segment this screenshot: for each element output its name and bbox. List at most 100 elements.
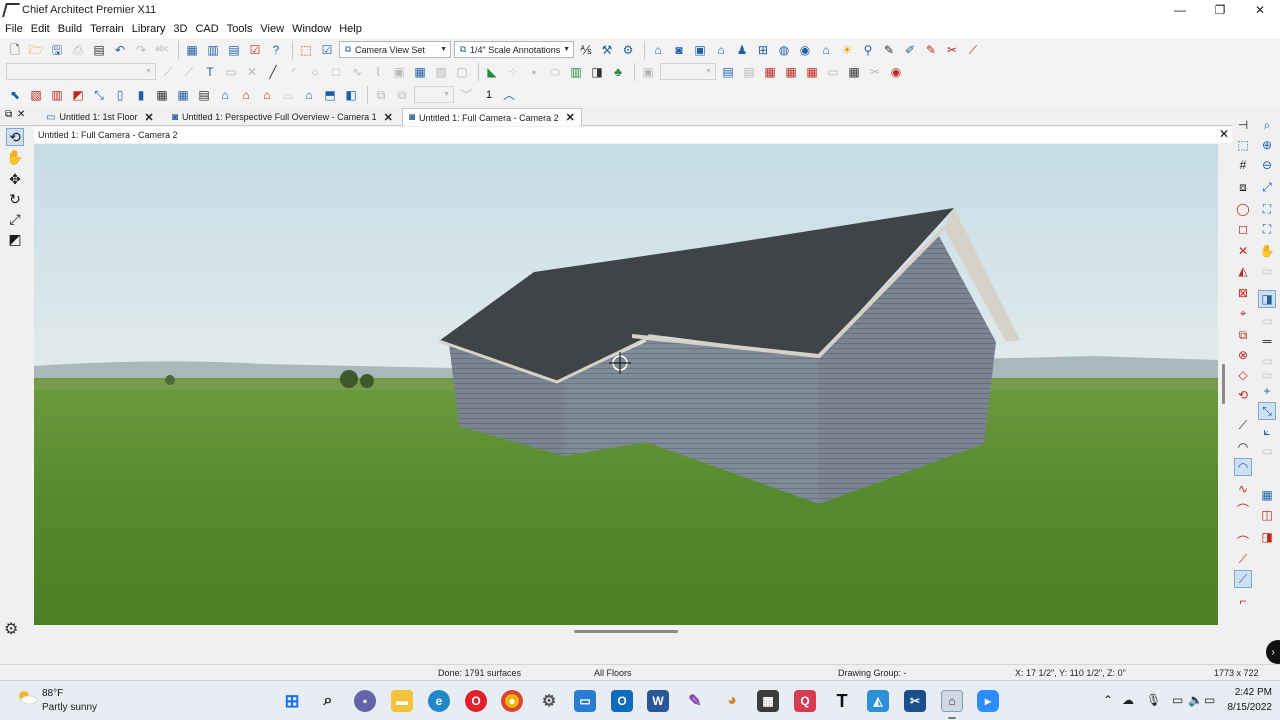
- snipping-icon[interactable]: ✂: [904, 690, 926, 712]
- tab-perspective-overview[interactable]: ◙ Untitled 1: Perspective Full Overview …: [166, 108, 399, 126]
- pan-hand-icon[interactable]: ✋: [6, 148, 24, 166]
- point-icon[interactable]: ⟋: [1234, 416, 1252, 434]
- plus-icon[interactable]: +: [1258, 382, 1276, 400]
- settings-icon[interactable]: ⚙: [538, 690, 560, 712]
- extend-icon[interactable]: ⌐: [1234, 592, 1252, 610]
- tilt-icon[interactable]: ⤢: [6, 210, 24, 228]
- camera-tool-icon[interactable]: ◩: [6, 230, 24, 248]
- x-box-icon[interactable]: ⊠: [1234, 284, 1252, 302]
- wall-icon[interactable]: ▧: [27, 86, 45, 104]
- save-icon[interactable]: 🖫: [48, 41, 66, 59]
- layer-tool-icon[interactable]: ▦: [1258, 486, 1276, 504]
- arc-icon[interactable]: ◜: [285, 63, 303, 81]
- text-tool-icon[interactable]: T: [201, 63, 219, 81]
- plan-view-icon[interactable]: ▦: [183, 41, 201, 59]
- triangle-icon[interactable]: ◭: [1234, 262, 1252, 280]
- wall-material-icon[interactable]: ▥: [48, 86, 66, 104]
- photos-icon[interactable]: ◭: [867, 690, 889, 712]
- transform-icon[interactable]: ⤡: [1258, 402, 1276, 420]
- start-icon[interactable]: ⊞: [281, 690, 303, 712]
- copy-icon[interactable]: ⧉: [372, 86, 390, 104]
- orbit-camera-icon[interactable]: ⟲: [6, 128, 24, 146]
- maximize-button[interactable]: ❐: [1200, 0, 1240, 20]
- q-app-icon[interactable]: Q: [794, 690, 816, 712]
- restore-window-icon[interactable]: ⧉: [5, 109, 17, 120]
- overview-icon[interactable]: ◉: [796, 41, 814, 59]
- move-camera-icon[interactable]: ✥: [6, 170, 24, 188]
- cad-detail-icon[interactable]: ▨: [432, 63, 450, 81]
- remote-desktop-icon[interactable]: ▭: [574, 690, 596, 712]
- zoom-in-icon[interactable]: ⊕: [1258, 136, 1276, 154]
- fit-window-icon[interactable]: ⊣: [1234, 116, 1252, 134]
- annotation-set-select[interactable]: ⧉ 1/4" Scale Annotations ▼: [454, 41, 574, 58]
- callout-icon[interactable]: ▭: [222, 63, 240, 81]
- undo-icon[interactable]: ↶: [111, 41, 129, 59]
- menu-tools[interactable]: Tools: [227, 23, 259, 35]
- 3d-camera-viewport[interactable]: [34, 144, 1218, 625]
- file-explorer-icon[interactable]: ▬: [391, 690, 413, 712]
- box-icon[interactable]: ◧: [342, 86, 360, 104]
- close-window-icon[interactable]: ✕: [17, 109, 29, 120]
- clock-time[interactable]: 2:42 PM: [1226, 687, 1272, 698]
- viewport-close-icon[interactable]: ✕: [1219, 127, 1229, 141]
- partly-sunny-icon[interactable]: [16, 690, 38, 704]
- cad-block-icon[interactable]: ▣: [390, 63, 408, 81]
- cabinet-icon[interactable]: ▦: [153, 86, 171, 104]
- elevation-icon[interactable]: ⌂: [712, 41, 730, 59]
- down-floor-icon[interactable]: ﹀: [457, 86, 475, 104]
- rotate-icon[interactable]: ↻: [6, 190, 24, 208]
- lighting-icon[interactable]: ⚲: [859, 41, 877, 59]
- rectangle-icon[interactable]: □: [327, 63, 345, 81]
- floor-select[interactable]: ▼: [414, 86, 454, 103]
- help-icon[interactable]: ?: [267, 41, 285, 59]
- chief-architect-icon[interactable]: ⌂: [941, 690, 963, 712]
- zoom-icon[interactable]: ▸: [977, 690, 999, 712]
- menu-terrain[interactable]: Terrain: [90, 23, 130, 35]
- light-icon[interactable]: ☀: [838, 41, 856, 59]
- tab-close-icon[interactable]: ✕: [145, 111, 154, 124]
- select-arrow-icon[interactable]: ⬉: [6, 86, 24, 104]
- measure-tool-icon[interactable]: ⟀: [1258, 422, 1276, 440]
- stair-icon[interactable]: ◩: [69, 86, 87, 104]
- menu-window[interactable]: Window: [292, 23, 337, 35]
- camera-view-set-icon[interactable]: ☑: [318, 41, 336, 59]
- tree-icon[interactable]: ♣: [609, 63, 627, 81]
- full-camera-icon[interactable]: ▣: [691, 41, 709, 59]
- tray-chevron-up-icon[interactable]: ⌃: [1103, 693, 1113, 707]
- arc-tool-icon[interactable]: ◠: [1234, 438, 1252, 456]
- cut-icon[interactable]: ✂: [866, 63, 884, 81]
- pencil-icon[interactable]: ✐: [901, 41, 919, 59]
- layout-icon[interactable]: ▤: [225, 41, 243, 59]
- curve-icon[interactable]: ◠: [1234, 458, 1252, 476]
- new-file-icon[interactable]: 🗋: [6, 41, 24, 59]
- blank-icon[interactable]: ▭: [824, 63, 842, 81]
- tools-icon[interactable]: ⚒: [598, 41, 616, 59]
- clock-date[interactable]: 8/15/2022: [1218, 702, 1273, 713]
- opera-icon[interactable]: O: [465, 690, 487, 712]
- disabled-tool-icon[interactable]: ▭: [1258, 312, 1276, 330]
- onedrive-icon[interactable]: ☁: [1122, 693, 1134, 707]
- edit-icon[interactable]: ⟋: [1234, 570, 1252, 588]
- up-floor-icon[interactable]: ︿: [500, 86, 518, 104]
- draw-polyline-icon[interactable]: ⟋: [180, 63, 198, 81]
- weather-temperature[interactable]: 88°F: [42, 688, 63, 699]
- materials-list-icon[interactable]: ▥: [204, 41, 222, 59]
- framing-icon[interactable]: ⌂: [258, 86, 276, 104]
- cross-out-icon[interactable]: ✕: [1234, 242, 1252, 260]
- copy-paste-icon[interactable]: ▢: [453, 63, 471, 81]
- dimension-line-icon[interactable]: ═: [1258, 332, 1276, 350]
- column-icon[interactable]: ▯: [111, 86, 129, 104]
- zoom-fit-icon[interactable]: ⤢: [1258, 178, 1276, 196]
- terrain-region-icon[interactable]: ▪: [525, 63, 543, 81]
- terrain-point-icon[interactable]: ⁘: [504, 63, 522, 81]
- door-schedule-icon[interactable]: ▦: [782, 63, 800, 81]
- object-icon[interactable]: ◨: [1258, 290, 1276, 308]
- print-preview-icon[interactable]: ▤: [90, 41, 108, 59]
- window-icon[interactable]: ▦: [174, 86, 192, 104]
- menu-help[interactable]: Help: [339, 23, 368, 35]
- chat-icon[interactable]: ▪: [354, 690, 376, 712]
- delete-surfaces-icon[interactable]: ✂: [943, 41, 961, 59]
- barn-icon[interactable]: ⌂: [237, 86, 255, 104]
- reference-icon[interactable]: ◉: [887, 63, 905, 81]
- diamond-icon[interactable]: ◇: [1234, 366, 1252, 384]
